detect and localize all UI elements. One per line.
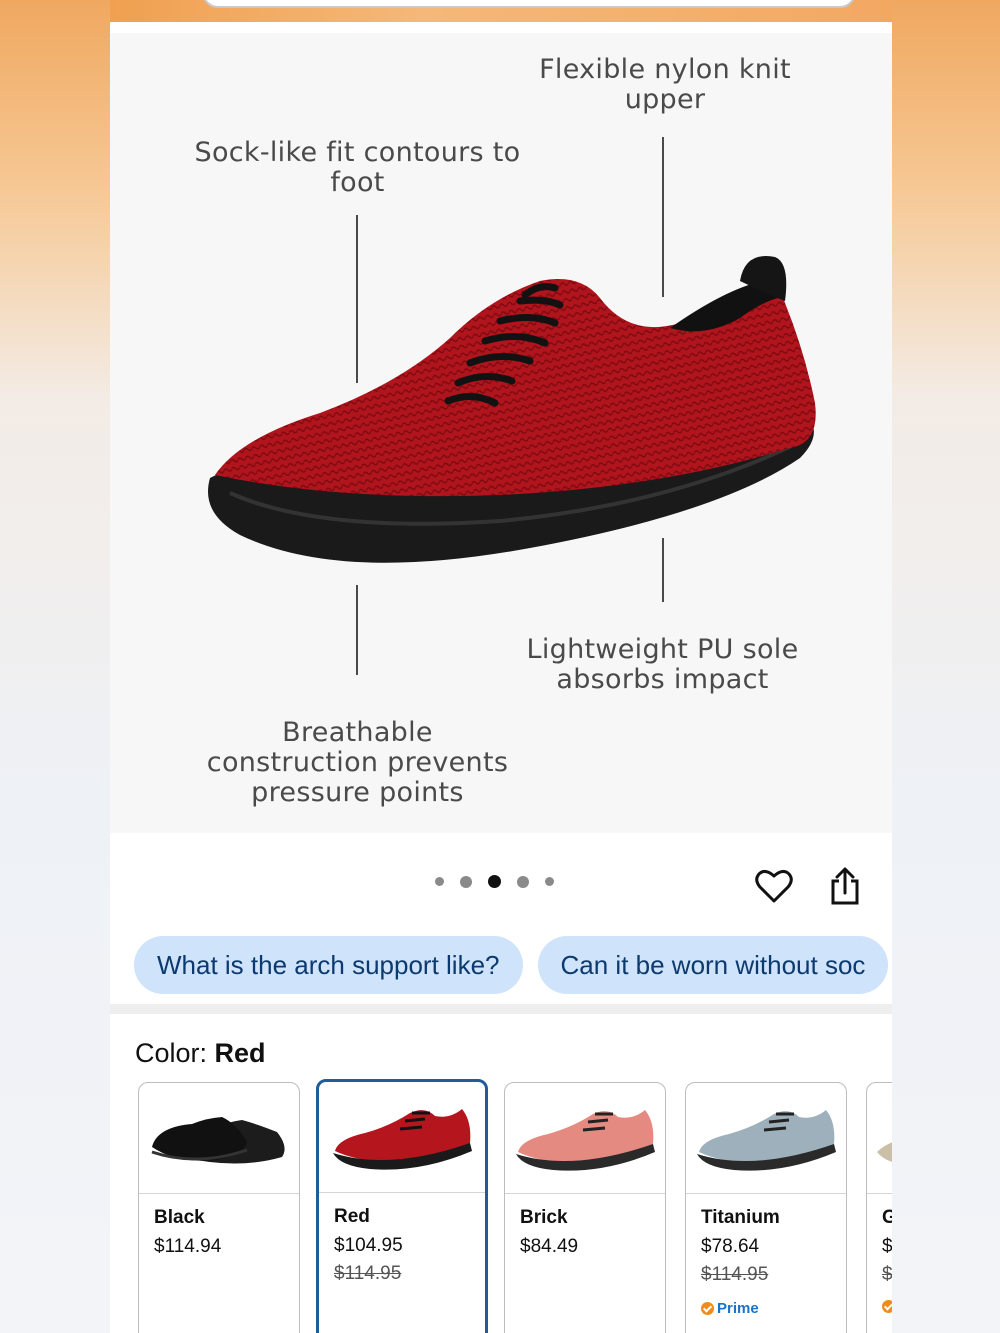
- swatch-image: [686, 1083, 846, 1194]
- swatch-image: [505, 1083, 665, 1194]
- callout-upper: Flexible nylon knit upper: [539, 54, 791, 115]
- product-page: Flexible nylon knit upper Sock-like fit …: [110, 0, 892, 1333]
- selected-color: Red: [214, 1038, 266, 1068]
- swatch-name: Titanium: [701, 1207, 780, 1228]
- carousel-dot[interactable]: [517, 875, 529, 888]
- swatch-price: $114.94: [154, 1236, 222, 1257]
- callout-line-sole: [662, 538, 664, 602]
- product-image[interactable]: Flexible nylon knit upper Sock-like fit …: [110, 33, 892, 833]
- swatch-brick[interactable]: Brick $84.49: [504, 1082, 666, 1333]
- carousel-dot[interactable]: [460, 875, 472, 888]
- callout-fit: Sock-like fit contours to foot: [194, 137, 521, 198]
- swatch-name: Brick: [520, 1207, 568, 1228]
- color-swatches: Black $114.94 Red $104.95 $114.95 Brick …: [138, 1079, 892, 1333]
- carousel-dot[interactable]: [545, 877, 554, 886]
- carousel-indicator[interactable]: [435, 875, 554, 888]
- swatch-price: $78.64: [701, 1236, 760, 1257]
- swatch-list-price: $114.95: [701, 1264, 769, 1285]
- prime-badge: [882, 1300, 892, 1313]
- share-button[interactable]: [823, 864, 867, 908]
- prime-check-icon: [882, 1300, 892, 1313]
- section-divider: [110, 1004, 892, 1014]
- swatch-list-price: $: [882, 1264, 892, 1285]
- question-chips: What is the arch support like? Can it be…: [134, 936, 889, 994]
- callout-sole: Lightweight PU sole absorbs impact: [526, 634, 799, 695]
- color-label: Color: Red: [135, 1038, 266, 1068]
- swatch-list-price: $114.95: [334, 1263, 402, 1284]
- swatch-name: Red: [334, 1206, 370, 1227]
- swatch-image: [867, 1083, 892, 1194]
- swatch-price: $84.49: [520, 1236, 579, 1257]
- prime-check-icon: [701, 1302, 714, 1315]
- callout-line-breathable: [356, 585, 358, 675]
- callout-breathable: Breathable construction prevents pressur…: [206, 717, 509, 808]
- swatch-partial[interactable]: G $ $: [866, 1082, 892, 1333]
- swatch-titanium[interactable]: Titanium $78.64 $114.95 Prime: [685, 1082, 847, 1333]
- heart-icon: [755, 869, 793, 903]
- question-chip[interactable]: Can it be worn without soc: [537, 936, 889, 994]
- shoe-photo: [200, 243, 820, 583]
- carousel-dot[interactable]: [435, 877, 444, 886]
- share-icon: [831, 867, 859, 905]
- carousel-dot-active[interactable]: [488, 875, 501, 888]
- swatch-image: [139, 1083, 299, 1194]
- question-chip[interactable]: What is the arch support like?: [134, 936, 523, 994]
- search-bar-edge[interactable]: [202, 0, 856, 8]
- favorite-button[interactable]: [752, 864, 796, 908]
- swatch-price: $: [882, 1236, 892, 1257]
- prime-label: Prime: [717, 1300, 759, 1317]
- swatch-red[interactable]: Red $104.95 $114.95: [316, 1079, 488, 1333]
- swatch-image: [319, 1082, 485, 1193]
- swatch-black[interactable]: Black $114.94: [138, 1082, 300, 1333]
- swatch-name: G: [882, 1207, 892, 1229]
- swatch-price: $104.95: [334, 1235, 403, 1256]
- swatch-name: Black: [154, 1207, 205, 1228]
- top-bar: [110, 0, 892, 22]
- prime-badge: Prime: [701, 1300, 759, 1317]
